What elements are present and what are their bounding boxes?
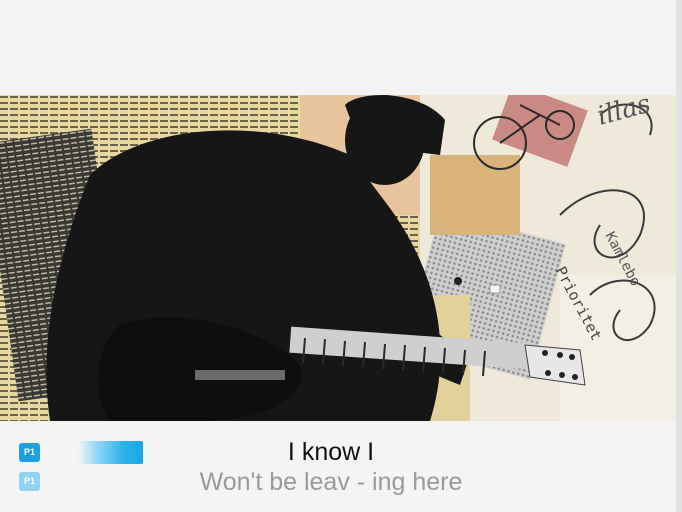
music-video-frame: illas Prioritet Kamlebo [0, 95, 676, 421]
video-collage-art: illas Prioritet Kamlebo [0, 95, 676, 421]
right-edge-divider [676, 0, 682, 512]
top-blank-band [0, 0, 676, 95]
current-lyric-line: I know I [287, 438, 375, 466]
next-lyric-line: Won't be leav - ing here [199, 468, 463, 496]
karaoke-screen: illas Prioritet Kamlebo P1 P1 I know I W… [0, 0, 682, 512]
lyrics-panel: P1 P1 I know I Won't be leav - ing here [0, 421, 676, 512]
